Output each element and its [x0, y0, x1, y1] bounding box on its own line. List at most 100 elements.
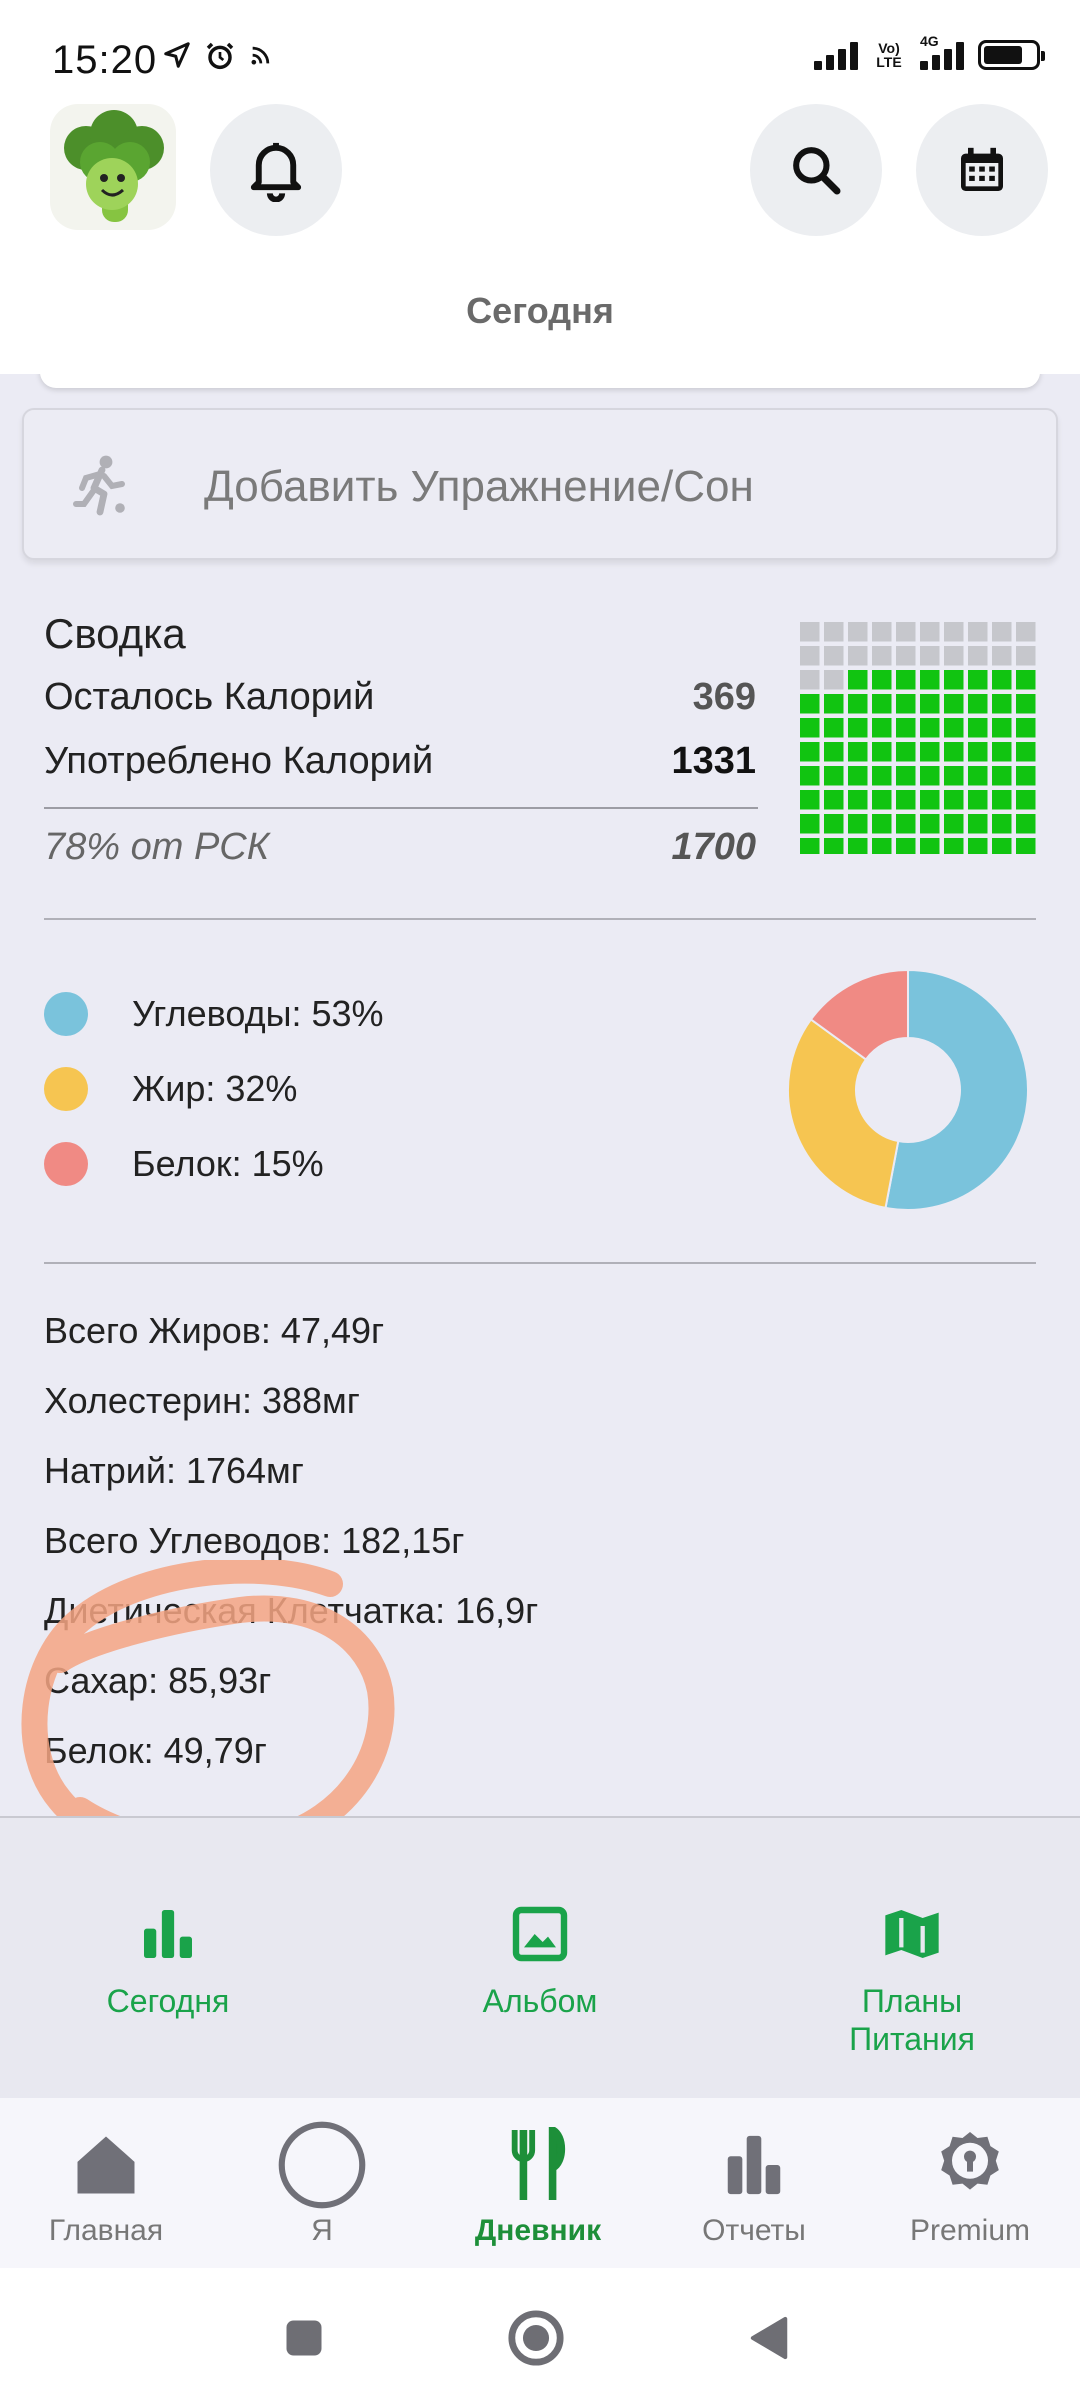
battery-icon — [978, 40, 1045, 70]
grid-cell-filled — [920, 790, 940, 810]
app-header: Сегодня — [0, 100, 1080, 374]
nutrient-sugar: Сахар: 85,93г — [44, 1660, 272, 1701]
grid-cell-filled — [896, 766, 916, 786]
grid-cell-filled — [920, 718, 940, 738]
grid-cell-filled — [992, 814, 1012, 834]
grid-cell-filled — [872, 670, 892, 690]
nav-home[interactable]: Главная — [16, 2120, 196, 2248]
grid-cell-filled — [968, 742, 988, 762]
grid-cell-filled — [992, 670, 1012, 690]
grid-cell-filled — [968, 766, 988, 786]
grid-cell-filled — [968, 670, 988, 690]
grid-cell-empty — [920, 646, 940, 666]
grid-cell-filled — [896, 694, 916, 714]
grid-cell-empty — [872, 646, 892, 666]
nav-diary[interactable]: Дневник — [448, 2120, 628, 2248]
grid-cell-filled — [872, 694, 892, 714]
rdi-target-value: 1700 — [671, 826, 756, 868]
grid-cell-filled — [968, 790, 988, 810]
legend-fat: Жир: 32% — [44, 1067, 297, 1111]
tab-album[interactable]: Альбом — [440, 1902, 640, 2020]
map-icon — [885, 1910, 939, 1958]
grid-cell-filled — [992, 838, 1012, 854]
grid-cell-filled — [992, 694, 1012, 714]
grid-cell-filled — [944, 670, 964, 690]
nav-reports[interactable]: Отчеты — [664, 2120, 844, 2248]
tab-today-label: Сегодня — [106, 1983, 230, 2019]
diary-content[interactable]: Добавить Упражнение/Сон Сводка Осталось … — [0, 374, 1080, 1816]
grid-cell-filled — [920, 694, 940, 714]
protein-label: Белок: 15% — [132, 1143, 324, 1184]
grid-cell-empty — [1016, 646, 1036, 666]
add-exercise-label: Добавить Упражнение/Сон — [204, 462, 754, 511]
home-system-button[interactable] — [506, 2308, 566, 2368]
nav-reports-label: Отчеты — [702, 2214, 806, 2247]
grid-cell-empty — [848, 646, 868, 666]
broccoli-logo-icon[interactable] — [50, 104, 176, 230]
grid-cell-filled — [944, 766, 964, 786]
home-icon — [77, 2136, 135, 2194]
status-bar: 15:20 Vo) LTE 4G — [0, 0, 1080, 100]
legend-protein: Белок: 15% — [44, 1142, 324, 1186]
grid-cell-empty — [968, 622, 988, 642]
grid-cell-filled — [920, 742, 940, 762]
bell-icon — [250, 142, 302, 202]
grid-cell-filled — [920, 670, 940, 690]
grid-cell-empty — [824, 646, 844, 666]
grid-cell-filled — [896, 742, 916, 762]
macro-donut-chart — [787, 968, 1029, 1211]
search-button[interactable] — [750, 104, 882, 236]
calendar-button[interactable] — [916, 104, 1048, 236]
calories-remaining-value: 369 — [692, 676, 756, 718]
grid-cell-filled — [872, 790, 892, 810]
recents-button[interactable] — [274, 2308, 334, 2368]
grid-cell-filled — [848, 790, 868, 810]
back-button[interactable] — [740, 2308, 800, 2368]
legend-carbs: Углеводы: 53% — [44, 992, 384, 1036]
nav-premium[interactable]: Premium — [880, 2120, 1060, 2248]
notifications-button[interactable] — [210, 104, 342, 236]
grid-cell-filled — [1016, 670, 1036, 690]
cast-icon — [251, 46, 270, 65]
grid-cell-filled — [800, 814, 820, 834]
grid-cell-filled — [944, 814, 964, 834]
grid-cell-filled — [800, 742, 820, 762]
add-exercise-button[interactable]: Добавить Упражнение/Сон — [22, 408, 1058, 560]
square-icon — [286, 2320, 322, 2356]
premium-badge-icon — [941, 2132, 999, 2190]
grid-cell-filled — [848, 670, 868, 690]
bottom-nav: Главная Я Дневник Отчеты Premium — [0, 2098, 1080, 2268]
volte-label: Vo) LTE — [876, 40, 902, 70]
grid-cell-filled — [992, 718, 1012, 738]
grid-cell-filled — [824, 814, 844, 834]
grid-cell-filled — [944, 790, 964, 810]
tab-meal-plans[interactable]: Планы Питания — [812, 1902, 1012, 2058]
status-time: 15:20 — [52, 38, 158, 82]
nav-me[interactable]: Я — [232, 2120, 412, 2248]
protein-dot — [44, 1142, 88, 1186]
grid-cell-filled — [1016, 718, 1036, 738]
grid-cell-filled — [848, 814, 868, 834]
grid-cell-filled — [920, 838, 940, 854]
donut-slice-1 — [787, 1018, 900, 1210]
tab-today[interactable]: Сегодня — [68, 1902, 268, 2020]
nav-home-label: Главная — [48, 2214, 164, 2247]
carbs-dot — [44, 992, 88, 1036]
grid-cell-empty — [992, 646, 1012, 666]
fat-label: Жир: 32% — [132, 1068, 298, 1109]
tab-album-label: Альбом — [482, 1983, 598, 2019]
nutrient-protein: Белок: 49,79г — [44, 1730, 267, 1771]
calories-remaining-label: Осталось Калорий — [44, 676, 375, 718]
nutrient-fiber: Диетическая Клетчатка: 16,9г — [44, 1590, 539, 1631]
profile-circle-icon — [278, 2121, 366, 2209]
grid-cell-filled — [800, 694, 820, 714]
grid-cell-filled — [896, 814, 916, 834]
summary-separator — [44, 807, 758, 809]
alarm-icon — [206, 42, 234, 70]
section-divider — [44, 918, 1036, 920]
grid-cell-filled — [944, 838, 964, 854]
grid-cell-filled — [896, 838, 916, 854]
fat-dot — [44, 1067, 88, 1111]
grid-cell-filled — [824, 742, 844, 762]
bar-chart-icon — [144, 1910, 192, 1958]
